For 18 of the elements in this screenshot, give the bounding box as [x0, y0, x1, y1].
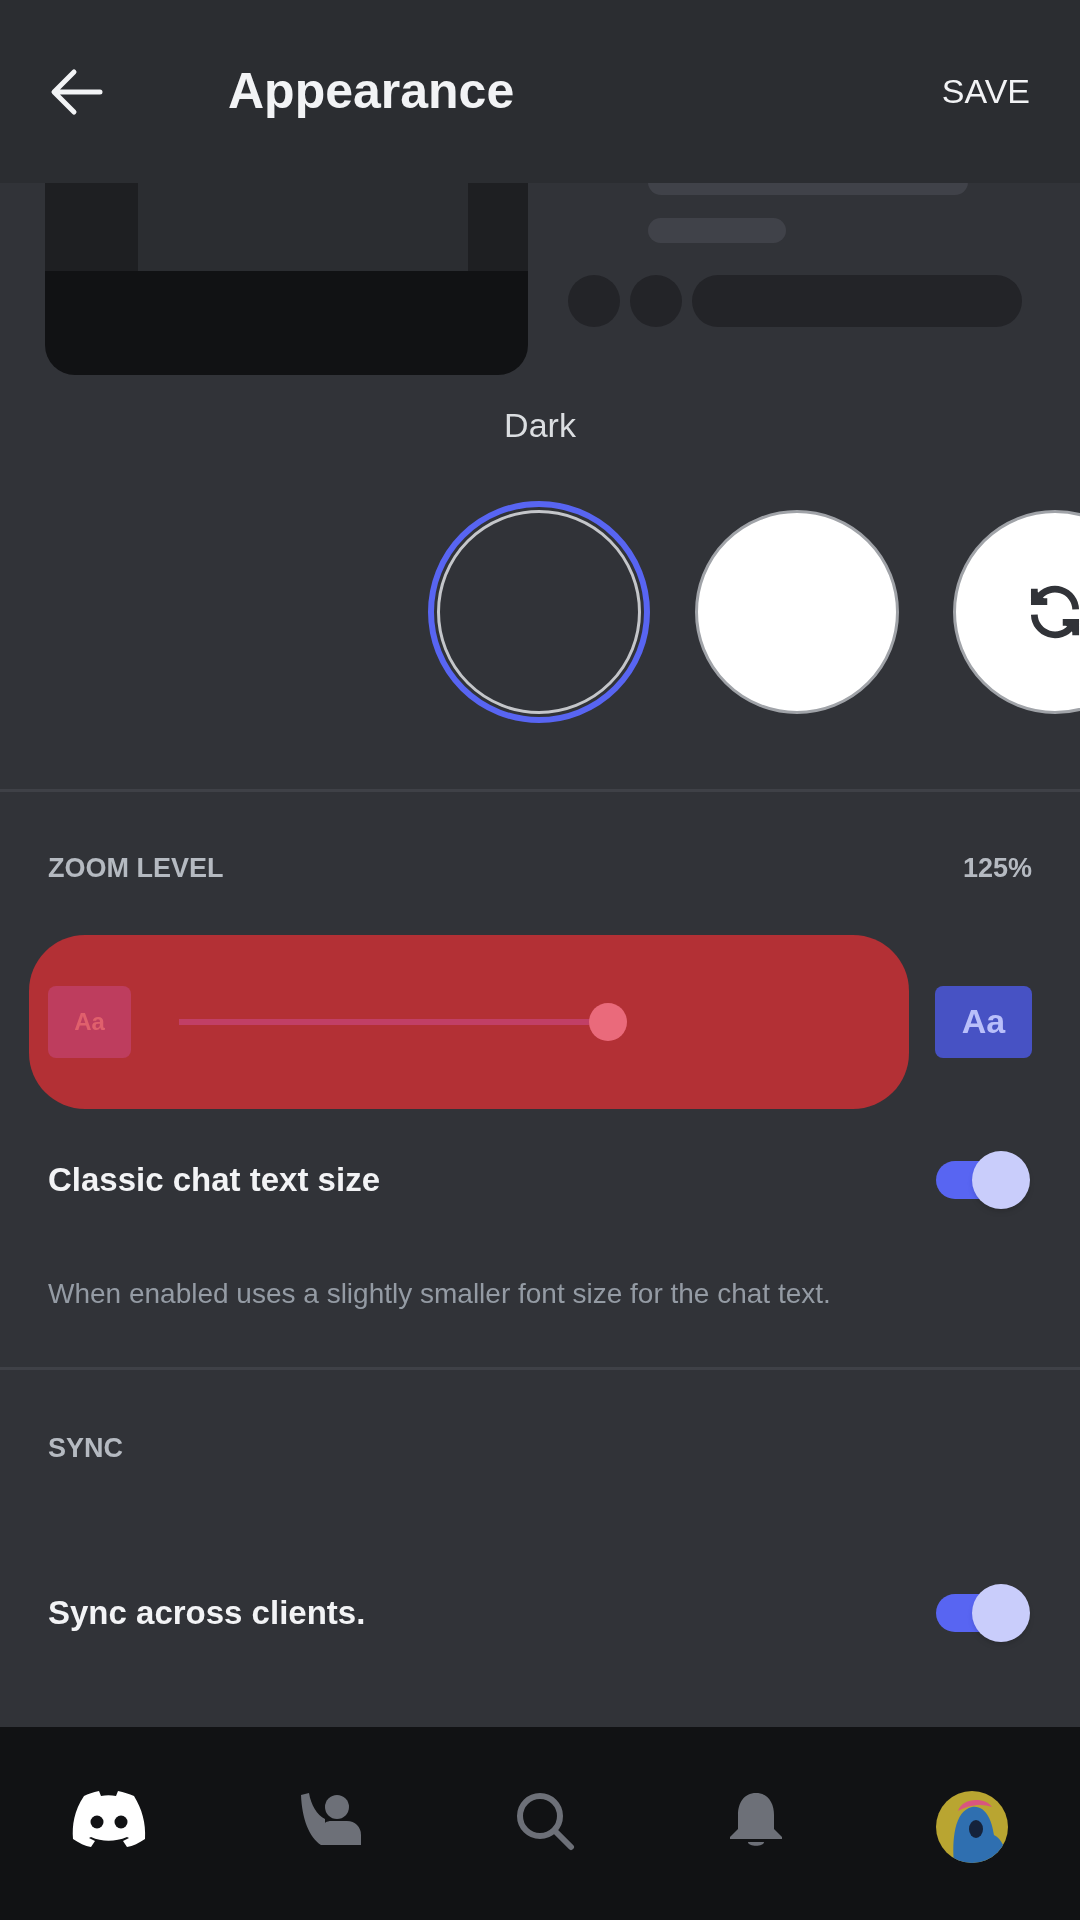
section-heading: ZOOM LEVEL [48, 852, 224, 885]
setting-description: When enabled uses a slightly smaller font size for the chat text. [47, 1276, 832, 1311]
waving-person-icon[interactable] [298, 1791, 363, 1845]
theme-name: Dark [504, 405, 576, 446]
search-icon[interactable] [515, 1791, 575, 1851]
toggle-switch[interactable] [934, 1584, 1030, 1642]
save-button[interactable]: SAVE [941, 66, 1030, 117]
dark-theme-option[interactable] [428, 501, 650, 723]
toggle-switch[interactable] [934, 1150, 1030, 1209]
bell-icon[interactable] [727, 1791, 784, 1849]
game-controller-face-icon[interactable] [72, 1791, 146, 1847]
back-arrow-icon[interactable] [50, 67, 104, 116]
zoom-value: 125% [962, 852, 1032, 885]
page-title: Appearance [228, 62, 515, 121]
section-heading: SYNC [47, 1431, 124, 1465]
setting-label: Sync across clients. [48, 1593, 366, 1634]
setting-label: Classic chat text size [48, 1159, 380, 1200]
large-text-sample: Aa [935, 985, 1032, 1058]
